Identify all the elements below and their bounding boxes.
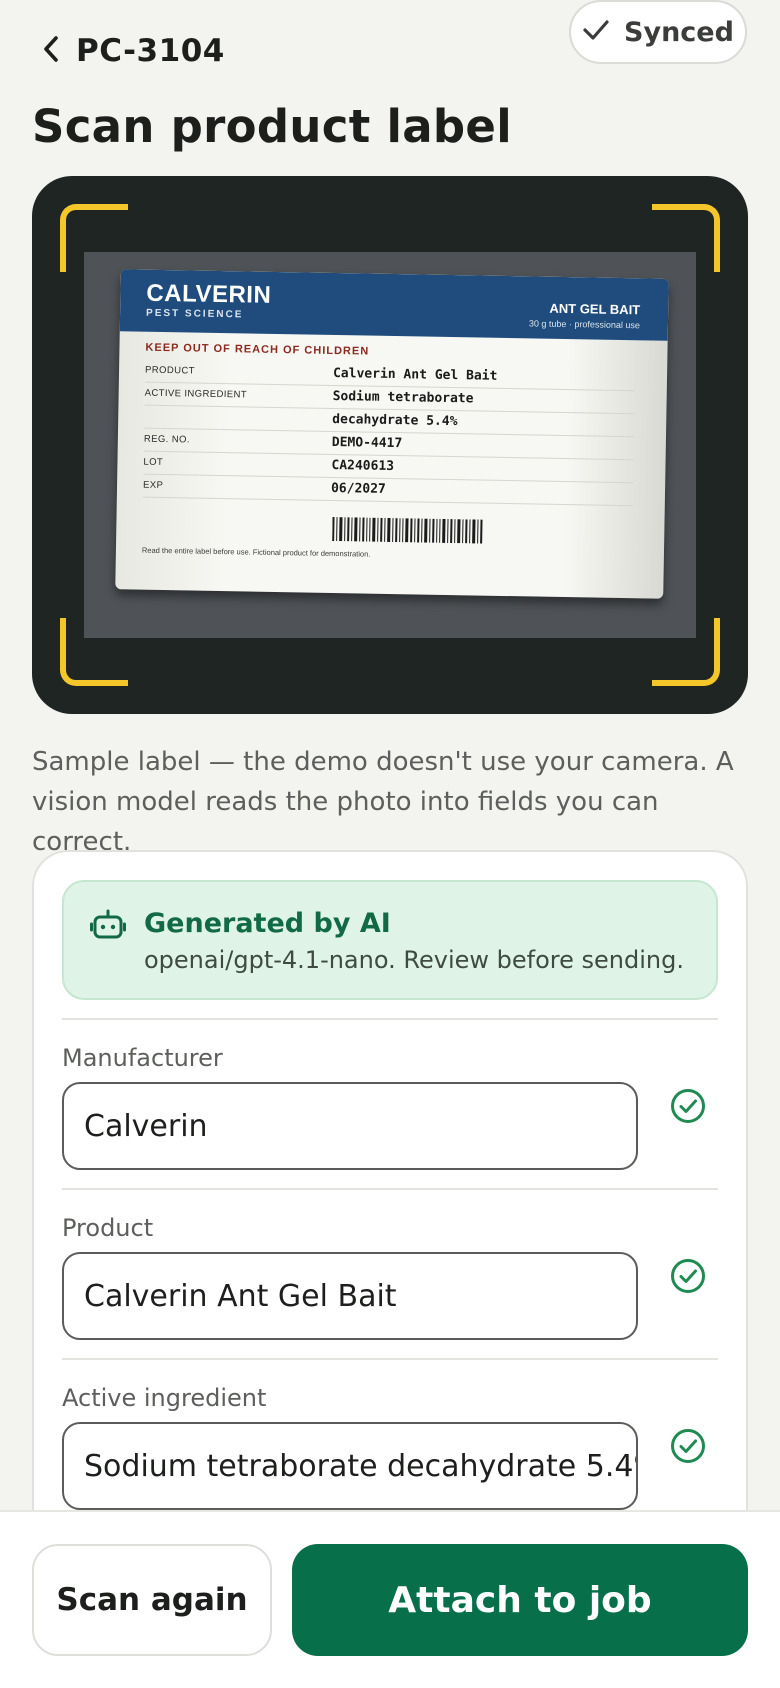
robot-icon xyxy=(90,908,126,942)
label-product-size: 30 g tube · professional use xyxy=(528,318,641,331)
frame-corner-bottom-left xyxy=(60,618,128,686)
scanner-viewport: CALVERIN PEST SCIENCE ANT GEL BAIT 30 g … xyxy=(32,176,748,714)
sync-status-label: Synced xyxy=(624,16,734,48)
manufacturer-field[interactable]: Calverin xyxy=(62,1082,638,1170)
active-ingredient-field[interactable]: Sodium tetraborate decahydrate 5.4% xyxy=(62,1422,638,1510)
product-field[interactable]: Calverin Ant Gel Bait xyxy=(62,1252,638,1340)
label-row-value: 06/2027 xyxy=(330,480,386,497)
check-icon xyxy=(582,18,610,46)
label-warning: KEEP OUT OF REACH OF CHILDREN xyxy=(145,341,370,358)
label-row-key: ACTIVE INGREDIENT xyxy=(144,387,248,401)
verified-check-icon xyxy=(670,1428,706,1464)
divider xyxy=(62,1018,718,1020)
scan-hint: Sample label — the demo doesn't use your… xyxy=(32,747,734,857)
product-label-image: CALVERIN PEST SCIENCE ANT GEL BAIT 30 g … xyxy=(115,269,669,599)
sync-status-badge: Synced xyxy=(569,0,747,64)
attach-to-job-button[interactable]: Attach to job xyxy=(292,1544,748,1656)
divider xyxy=(62,1188,718,1190)
divider xyxy=(62,1358,718,1360)
label-brand: CALVERIN xyxy=(146,279,272,309)
label-header: CALVERIN PEST SCIENCE ANT GEL BAIT 30 g … xyxy=(119,269,669,341)
label-row-key: LOT xyxy=(143,456,164,469)
barcode-graphic xyxy=(332,516,483,544)
label-row-value: Sodium tetraborate xyxy=(332,388,474,407)
verified-check-icon xyxy=(670,1088,706,1124)
label-row-value: decahydrate 5.4% xyxy=(332,411,458,430)
back-button[interactable]: PC-3104 xyxy=(40,28,225,74)
scan-again-button[interactable]: Scan again xyxy=(32,1544,272,1656)
frame-corner-bottom-right xyxy=(652,618,720,686)
label-brand-sub: PEST SCIENCE xyxy=(145,307,244,321)
frame-corner-top-left xyxy=(60,204,128,272)
active-ingredient-label: Active ingredient xyxy=(62,1384,267,1412)
ai-notice-subtitle: openai/gpt-4.1-nano. Review before sendi… xyxy=(144,946,684,974)
label-row-value: DEMO-4417 xyxy=(331,434,403,452)
label-product-type: ANT GEL BAIT xyxy=(549,300,641,318)
manufacturer-label: Manufacturer xyxy=(62,1044,223,1072)
page-title: Scan product label xyxy=(32,100,512,153)
verified-check-icon xyxy=(670,1258,706,1294)
label-row-value: CA240613 xyxy=(331,457,395,475)
chevron-left-icon xyxy=(40,34,62,68)
label-fineprint: Read the entire label before use. Fictio… xyxy=(141,545,371,559)
label-row-key: EXP xyxy=(142,479,164,492)
label-row-key: REG. NO. xyxy=(143,433,190,446)
ai-notice-title: Generated by AI xyxy=(144,908,391,939)
ai-notice: Generated by AI openai/gpt-4.1-nano. Rev… xyxy=(62,880,718,1000)
label-row-value: Calverin Ant Gel Bait xyxy=(332,365,498,384)
product-label: Product xyxy=(62,1214,154,1242)
job-id: PC-3104 xyxy=(76,33,225,69)
frame-corner-top-right xyxy=(652,204,720,272)
top-bar: PC-3104 Synced xyxy=(0,0,780,100)
label-row-key: PRODUCT xyxy=(144,364,195,377)
